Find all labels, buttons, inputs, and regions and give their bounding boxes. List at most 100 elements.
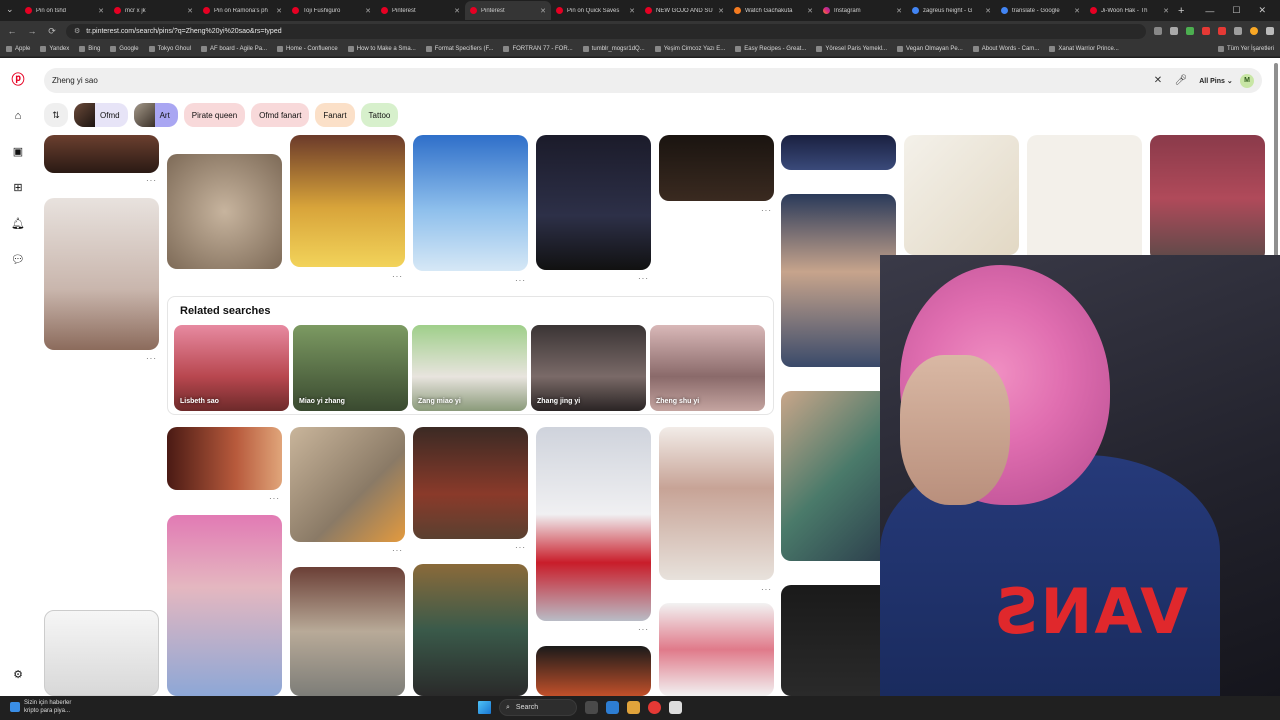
- close-icon[interactable]: ✕: [1163, 7, 1169, 15]
- clear-search-icon[interactable]: ✕: [1146, 75, 1170, 86]
- bookmark[interactable]: Google: [110, 45, 139, 52]
- bookmark[interactable]: Bing: [79, 45, 100, 52]
- more-icon[interactable]: ···: [146, 176, 157, 185]
- close-icon[interactable]: ✕: [985, 7, 991, 15]
- more-icon[interactable]: ···: [269, 494, 280, 503]
- explore-icon[interactable]: ▣: [11, 145, 25, 159]
- task-view-icon[interactable]: [585, 701, 598, 714]
- more-icon[interactable]: ···: [146, 354, 157, 363]
- forward-icon[interactable]: →: [26, 26, 38, 36]
- close-icon[interactable]: ✕: [540, 7, 546, 15]
- pin-image[interactable]: [781, 135, 896, 170]
- app-icon[interactable]: [669, 701, 682, 714]
- browser-tab[interactable]: Pin on tshd ✕: [20, 1, 109, 20]
- browser-tab[interactable]: Pin on Ramona's ph ✕: [198, 1, 287, 20]
- pin-image[interactable]: [44, 610, 159, 696]
- more-icon[interactable]: ···: [761, 585, 772, 594]
- more-icon[interactable]: ···: [392, 272, 403, 281]
- bookmark[interactable]: Yeşim Cimcoz Yazı E...: [654, 45, 725, 52]
- browser-tab[interactable]: translate - Google ✕: [996, 1, 1085, 20]
- reload-icon[interactable]: ⟳: [46, 26, 58, 37]
- more-icon[interactable]: ···: [638, 274, 649, 283]
- new-tab-icon[interactable]: +: [1178, 5, 1184, 17]
- bookmark[interactable]: Format Specifiers (F...: [425, 45, 493, 52]
- bookmark[interactable]: Home - Confluence: [277, 45, 338, 52]
- pin-image[interactable]: [167, 515, 282, 696]
- more-icon[interactable]: ···: [515, 276, 526, 285]
- pin-image[interactable]: [413, 135, 528, 271]
- close-icon[interactable]: ✕: [98, 7, 104, 15]
- bookmark[interactable]: Yandex: [40, 45, 69, 52]
- pin-image[interactable]: [167, 154, 282, 269]
- pin-image[interactable]: [536, 427, 651, 621]
- more-icon[interactable]: ···: [761, 206, 772, 215]
- pin-image[interactable]: [290, 135, 405, 267]
- more-icon[interactable]: ···: [392, 546, 403, 555]
- close-icon[interactable]: ✕: [896, 7, 902, 15]
- bookmark[interactable]: AF board - Agile Pa...: [201, 45, 267, 52]
- close-icon[interactable]: ✕: [276, 7, 282, 15]
- close-icon[interactable]: ✕: [1074, 7, 1080, 15]
- home-icon[interactable]: ⌂: [11, 109, 25, 123]
- browser-tab[interactable]: Watch Gachakuta ✕: [729, 1, 818, 20]
- windows-start-icon[interactable]: [478, 701, 491, 714]
- bookmark[interactable]: Easy Recipes - Great...: [735, 45, 806, 52]
- close-icon[interactable]: ✕: [454, 7, 460, 15]
- bookmark-star-icon[interactable]: [1170, 27, 1178, 35]
- bookmark[interactable]: FORTRAN 77 - FOR...: [503, 45, 573, 52]
- pin-image[interactable]: [413, 427, 528, 539]
- settings-icon[interactable]: ⚙: [11, 668, 25, 682]
- browser-tab[interactable]: Pin on Quick Saves ✕: [551, 1, 640, 20]
- browser-tab-active[interactable]: Pinterest ✕: [465, 1, 551, 20]
- bookmark[interactable]: tumblr_mogsr1dQ...: [582, 45, 645, 52]
- browser-tab[interactable]: NEW GOJO AND SU ✕: [640, 1, 729, 20]
- browser-tab[interactable]: Ji-Woon Hak - Th ✕: [1085, 1, 1174, 20]
- bookmark[interactable]: About Words - Cam...: [972, 45, 1039, 52]
- close-icon[interactable]: ✕: [629, 7, 635, 15]
- pin-image[interactable]: [167, 427, 282, 490]
- browser-tab[interactable]: Instagram ✕: [818, 1, 907, 20]
- folder-icon[interactable]: [627, 701, 640, 714]
- messages-icon[interactable]: 💬︎: [11, 253, 25, 267]
- pin-image[interactable]: [536, 135, 651, 270]
- pin-image[interactable]: [413, 564, 528, 696]
- tab-search-icon[interactable]: ⌄: [6, 4, 14, 15]
- bookmark[interactable]: Vegan Olmayan Pe...: [897, 45, 963, 52]
- pin-image[interactable]: [536, 646, 651, 696]
- pin-image[interactable]: [44, 198, 159, 350]
- pin-image[interactable]: [781, 585, 896, 696]
- bookmark[interactable]: Yöresel Paris Yemekl...: [816, 45, 887, 52]
- pin-image[interactable]: [659, 427, 774, 580]
- chip-fanart[interactable]: Fanart: [315, 103, 355, 127]
- close-icon[interactable]: ✕: [807, 7, 813, 15]
- chip-tattoo[interactable]: Tattoo: [360, 103, 399, 127]
- news-widget[interactable]: Sizin için haberler kripto para piya...: [10, 699, 71, 715]
- bookmark[interactable]: How to Make a Sma...: [347, 45, 416, 52]
- related-search-zheng-shu-yi[interactable]: Zheng shu yi: [650, 325, 765, 411]
- bookmark[interactable]: Xanat Warrior Prince...: [1049, 45, 1119, 52]
- avatar[interactable]: M: [1240, 73, 1254, 88]
- pin-image[interactable]: [904, 135, 1019, 255]
- browser-tab[interactable]: Toji Fushiguro ✕: [287, 1, 376, 20]
- chip-art[interactable]: Art: [133, 103, 178, 127]
- pin-image[interactable]: [659, 603, 774, 696]
- pin-image[interactable]: [44, 135, 159, 173]
- search-input[interactable]: [52, 76, 1146, 85]
- close-icon[interactable]: ✕: [718, 7, 724, 15]
- related-search-miao-yi-zhang[interactable]: Miao yi zhang: [293, 325, 408, 411]
- related-search-lisbeth-sao[interactable]: Lisbeth sao: [174, 325, 289, 411]
- related-search-zhang-jing-yi[interactable]: Zhang jing yi: [531, 325, 646, 411]
- browser-tab[interactable]: zagreus height - G ✕: [907, 1, 996, 20]
- chrome-icon[interactable]: [648, 701, 661, 714]
- pin-image[interactable]: [290, 567, 405, 696]
- menu-icon[interactable]: [1266, 27, 1274, 35]
- chip-pirate-queen[interactable]: Pirate queen: [183, 103, 246, 127]
- profile-icon[interactable]: [1250, 27, 1258, 35]
- extension-icon[interactable]: [1186, 27, 1194, 35]
- pinterest-logo-icon[interactable]: ⓟ: [11, 73, 25, 87]
- maximize-icon[interactable]: ☐: [1232, 5, 1240, 16]
- extension-icon[interactable]: [1202, 27, 1210, 35]
- explorer-icon[interactable]: [606, 701, 619, 714]
- microphone-icon[interactable]: 🎤︎: [1170, 75, 1192, 86]
- bookmark[interactable]: Tokyo Ghoul: [148, 45, 191, 52]
